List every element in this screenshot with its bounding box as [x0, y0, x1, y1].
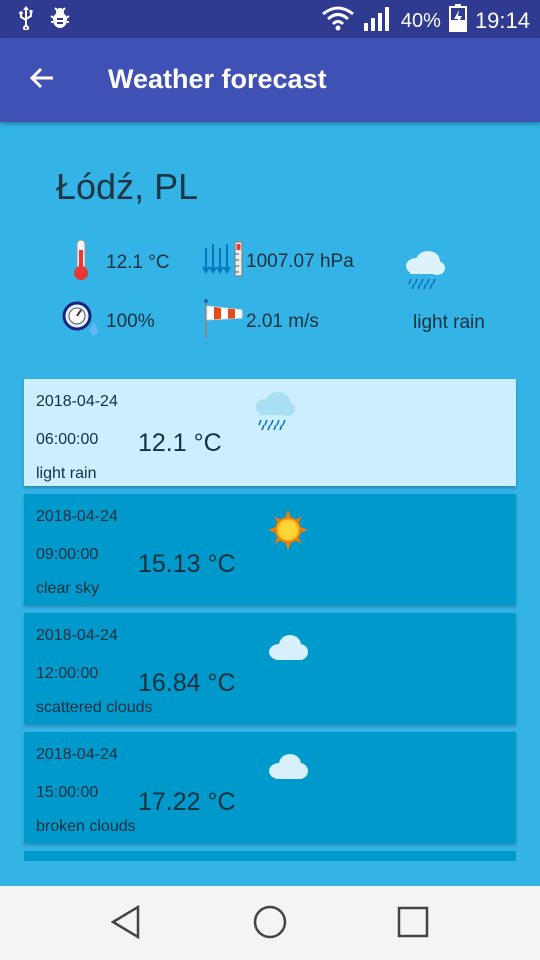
app-title: Weather forecast — [108, 64, 327, 94]
pressure-icon — [202, 240, 246, 284]
forecast-time: 15:00:00 — [36, 784, 99, 801]
rain-cloud-icon — [402, 248, 446, 296]
forecast-temperature: 12.1 °C — [138, 429, 222, 457]
current-humidity-value: 100% — [106, 311, 155, 332]
cloud-icon — [266, 633, 310, 668]
forecast-description: scattered clouds — [36, 699, 153, 716]
back-triangle-icon — [110, 904, 141, 944]
forecast-time: 06:00:00 — [36, 431, 99, 448]
recents-square-icon — [397, 906, 429, 943]
forecast-item[interactable]: 2018-04-24 12:00:00 16.84 °C scattered c… — [24, 613, 516, 724]
current-description: light rain — [413, 312, 485, 333]
clock: 19:14 — [474, 8, 530, 33]
battery-charging-icon — [448, 4, 467, 38]
current-pressure-value: 1007.07 hPa — [246, 251, 354, 272]
nav-back-button[interactable] — [106, 904, 146, 944]
windsock-icon — [202, 298, 244, 346]
forecast-description: clear sky — [36, 580, 100, 597]
current-weather-icon — [402, 248, 446, 296]
forecast-date: 2018-04-24 — [36, 627, 118, 644]
rain-cloud-icon — [252, 389, 296, 436]
current-temperature-value: 12.1 °C — [106, 252, 170, 273]
navigation-bar — [0, 886, 540, 960]
forecast-description: broken clouds — [36, 818, 136, 835]
current-temperature: 12.1 °C — [70, 238, 170, 288]
app-bar: Weather forecast — [0, 38, 540, 122]
status-bar: 40% 19:14 — [0, 0, 540, 38]
forecast-description: light rain — [36, 465, 97, 482]
usb-icon — [18, 6, 34, 35]
forecast-item[interactable]: 2018-04-24 06:00:00 12.1 °C light rain — [24, 379, 516, 486]
signal-icon — [363, 5, 393, 37]
thermometer-icon — [70, 238, 92, 288]
forecast-temperature: 17.22 °C — [138, 788, 236, 816]
forecast-item[interactable]: 2018-04-24 15:00:00 17.22 °C broken clou… — [24, 732, 516, 843]
nav-home-button[interactable] — [250, 904, 290, 944]
wifi-icon — [321, 5, 355, 37]
arrow-back-icon — [29, 66, 55, 95]
cloud-icon — [266, 752, 310, 787]
forecast-item-partial[interactable] — [24, 851, 516, 861]
current-humidity: 100% — [62, 300, 155, 344]
back-button[interactable] — [22, 60, 62, 100]
bug-icon — [48, 6, 72, 35]
forecast-date: 2018-04-24 — [36, 508, 118, 525]
nav-recents-button[interactable] — [393, 904, 433, 944]
forecast-date: 2018-04-24 — [36, 746, 118, 763]
current-pressure: 1007.07 hPa — [202, 240, 354, 284]
forecast-date: 2018-04-24 — [36, 393, 118, 410]
forecast-list[interactable]: 2018-04-24 06:00:00 12.1 °C light rain 2… — [24, 379, 516, 861]
forecast-item[interactable]: 2018-04-24 09:00:00 15.13 °C clear sky — [24, 494, 516, 605]
city-name: Łódź, PL — [56, 166, 199, 207]
humidity-icon — [62, 300, 102, 344]
sun-icon — [268, 510, 308, 555]
forecast-time: 12:00:00 — [36, 665, 99, 682]
forecast-temperature: 15.13 °C — [138, 550, 236, 578]
home-circle-icon — [253, 905, 287, 944]
forecast-time: 09:00:00 — [36, 546, 99, 563]
current-wind: 2.01 m/s — [202, 298, 319, 346]
forecast-temperature: 16.84 °C — [138, 669, 236, 697]
battery-level: 40% — [400, 9, 441, 32]
current-wind-value: 2.01 m/s — [246, 311, 319, 332]
